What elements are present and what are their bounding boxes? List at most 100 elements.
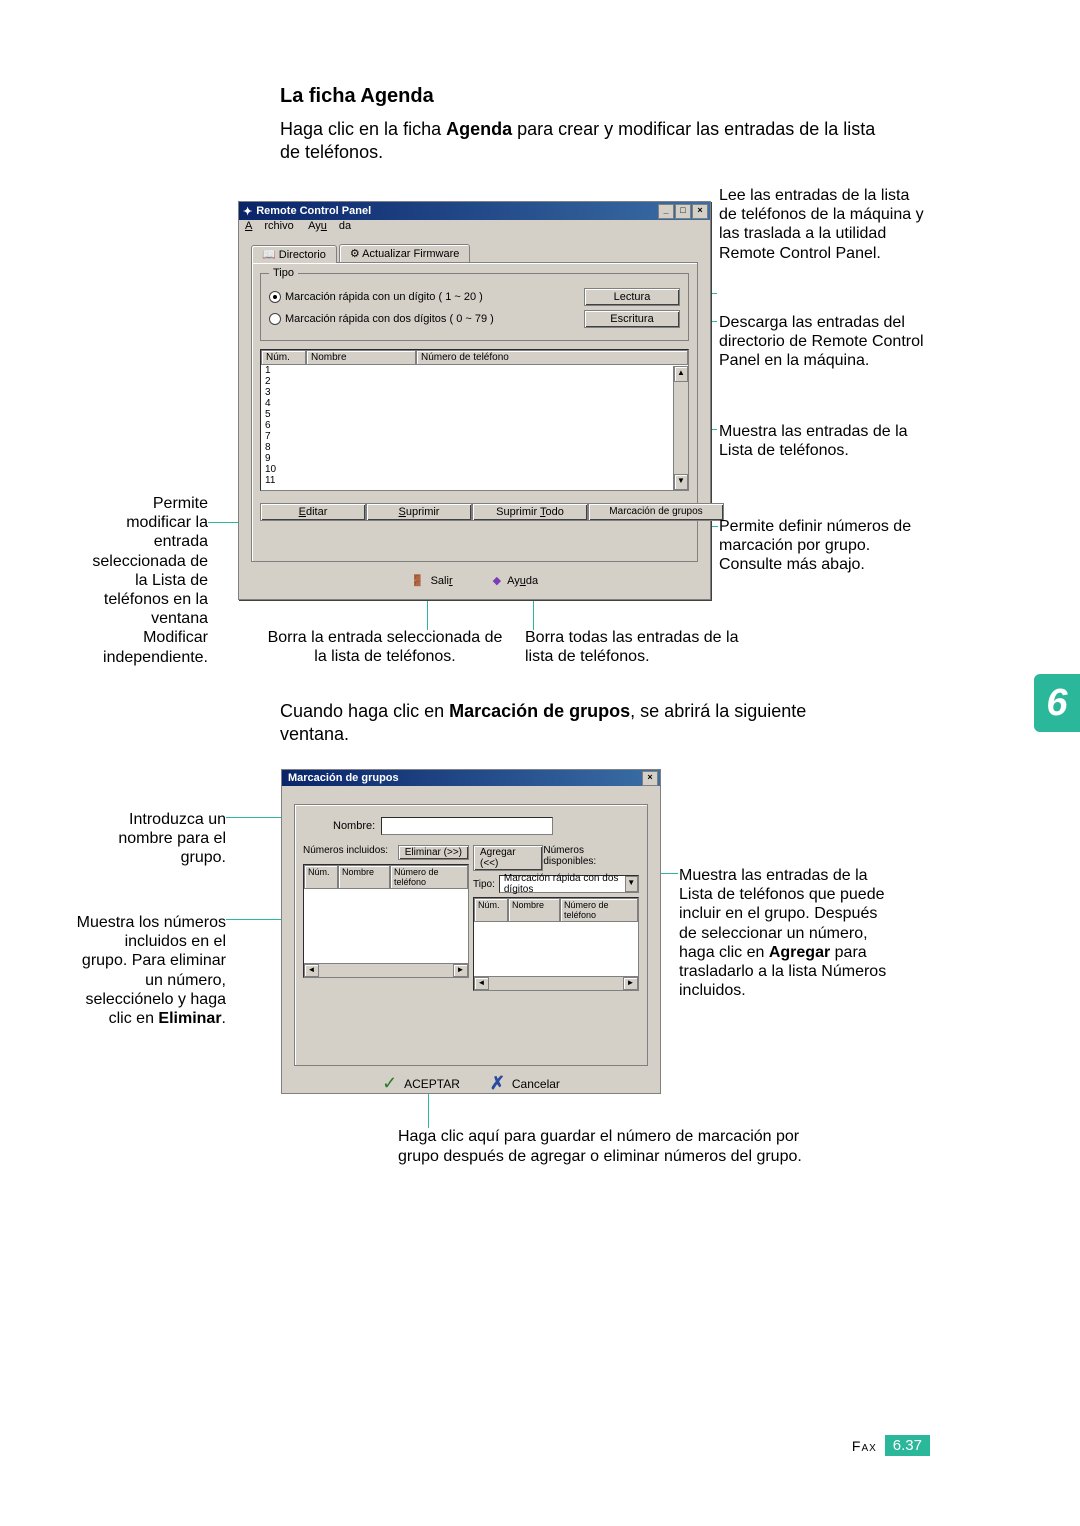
agregar-button[interactable]: Agregar (<<) [473, 845, 543, 871]
page-footer: Fax 6.37 [852, 1435, 930, 1456]
incluidos-column: Números incluidos: Eliminar (>>) Núm. No… [303, 845, 469, 991]
tab-directorio-label: Directorio [279, 249, 326, 261]
callout-incluidos: Muestra los números incluidos en el grup… [76, 913, 226, 1028]
section-heading: La ficha Agenda [280, 85, 434, 108]
lh-num[interactable]: Núm. [304, 865, 338, 889]
radio-two-digit[interactable]: Marcación rápida con dos dígitos ( 0 ~ 7… [269, 313, 494, 325]
radio-two-digit-label: Marcación rápida con dos dígitos ( 0 ~ 7… [285, 313, 494, 325]
scrollbar[interactable]: ▲ ▼ [673, 366, 688, 490]
table-row[interactable]: 6 [265, 420, 688, 431]
scroll-right-icon[interactable]: ► [453, 964, 468, 977]
lh-tel[interactable]: Número de teléfono [390, 865, 468, 889]
tipo-value: Marcación rápida con dos dígitos [504, 873, 625, 895]
remote-control-panel-window: ✦ Remote Control Panel _ □ × AArchivorch… [238, 201, 711, 600]
tabs: 📖 Directorio ⚙ Actualizar Firmware [251, 244, 698, 262]
cancelar-button[interactable]: ✗ Cancelar [490, 1076, 560, 1092]
th-telefono[interactable]: Número de teléfono [416, 350, 688, 365]
dialog-content: Nombre: Números incluidos: Eliminar (>>)… [294, 804, 648, 1066]
tipo-group: Tipo Marcación rápida con un dígito ( 1 … [260, 273, 689, 341]
text: . [222, 1010, 226, 1027]
nombre-label: Nombre: [333, 820, 375, 832]
scroll-up-icon[interactable]: ▲ [674, 366, 688, 382]
table-row[interactable]: 10 [265, 464, 688, 475]
hscrollbar[interactable]: ◄ ► [474, 976, 638, 990]
window-title: Remote Control Panel [256, 205, 371, 217]
table-row[interactable]: 1 [265, 365, 688, 376]
table-row[interactable]: 3 [265, 387, 688, 398]
radio-one-digit[interactable]: Marcación rápida con un dígito ( 1 ~ 20 … [269, 291, 483, 303]
callout-disponibles: Muestra las entradas de la Lista de telé… [679, 866, 889, 1000]
scroll-right-icon[interactable]: ► [623, 977, 638, 990]
tipo-label: Tipo: [473, 879, 495, 890]
disponibles-list[interactable]: Núm. Nombre Número de teléfono ◄ ► [473, 897, 639, 991]
titlebar: ✦ Remote Control Panel _ □ × [239, 202, 710, 220]
table-row[interactable]: 9 [265, 453, 688, 464]
editar-button[interactable]: Editar [260, 503, 366, 521]
menu-archivo[interactable]: AArchivorchivo [245, 220, 294, 232]
exit-icon: 🚪 [411, 574, 425, 587]
tab-directorio[interactable]: 📖 Directorio [251, 245, 337, 263]
lectura-button[interactable]: Lectura [584, 288, 680, 306]
suprimir-todo-button[interactable]: Suprimir Todo [472, 503, 588, 521]
callout-grupo: Permite definir números de marcación por… [719, 517, 924, 575]
ayuda-button[interactable]: Ayuda [507, 575, 538, 587]
incluidos-list[interactable]: Núm. Nombre Número de teléfono ◄ ► [303, 864, 469, 978]
th-num[interactable]: Núm. [261, 350, 306, 365]
lh-num[interactable]: Núm. [474, 898, 508, 922]
scroll-left-icon[interactable]: ◄ [304, 964, 319, 977]
book-icon: 📖 [262, 249, 276, 261]
hscrollbar[interactable]: ◄ ► [304, 963, 468, 977]
scroll-left-icon[interactable]: ◄ [474, 977, 489, 990]
dialog-buttons: ✓ ACEPTAR ✗ Cancelar [282, 1076, 660, 1092]
menu-ayuda[interactable]: Ayuda [308, 220, 351, 232]
aceptar-label: ACEPTAR [404, 1077, 460, 1091]
tab-firmware-label: Actualizar Firmware [362, 248, 459, 260]
intro-pre: Haga clic en la ficha [280, 119, 446, 139]
table-row[interactable]: 11 [265, 475, 688, 486]
intro-bold: Agenda [446, 119, 512, 139]
table-row[interactable]: 4 [265, 398, 688, 409]
callout-nombre: Introduzca un nombre para el grupo. [98, 810, 226, 868]
app-icon: ✦ [243, 205, 252, 218]
suprimir-button[interactable]: Suprimir [366, 503, 472, 521]
salir-button[interactable]: Salir [431, 575, 453, 587]
minimize-button[interactable]: _ [658, 204, 674, 219]
dialog-titlebar: Marcación de grupos × [282, 770, 660, 786]
scroll-down-icon[interactable]: ▼ [674, 474, 688, 490]
table-header: Núm. Nombre Número de teléfono [261, 350, 688, 365]
th-nombre[interactable]: Nombre [306, 350, 416, 365]
marcacion-grupos-dialog: Marcación de grupos × Nombre: Números in… [281, 769, 661, 1094]
close-button[interactable]: × [642, 771, 658, 786]
mid-pre: Cuando haga clic en [280, 701, 449, 721]
mid-bold: Marcación de grupos [449, 701, 630, 721]
table-row[interactable]: 7 [265, 431, 688, 442]
nombre-input[interactable] [381, 817, 553, 835]
callout-suprimir: Borra la entrada seleccionada de la list… [265, 628, 505, 666]
lh-tel[interactable]: Número de teléfono [560, 898, 638, 922]
aceptar-button[interactable]: ✓ ACEPTAR [382, 1076, 460, 1092]
help-icon: ◆ [493, 574, 501, 587]
close-button[interactable]: × [692, 204, 708, 219]
marcacion-grupos-button[interactable]: Marcación de grupos [588, 503, 724, 521]
cancelar-label: Cancelar [512, 1077, 560, 1091]
chevron-down-icon: ▼ [625, 876, 639, 892]
callout-editar: Permite modificar la entrada seleccionad… [88, 494, 208, 667]
disponibles-column: Agregar (<<) Números disponibles: Tipo: … [473, 845, 639, 991]
escritura-button[interactable]: Escritura [584, 310, 680, 328]
table-row[interactable]: 2 [265, 376, 688, 387]
maximize-button[interactable]: □ [675, 204, 691, 219]
phone-list-table[interactable]: Núm. Nombre Número de teléfono 1 2 3 4 5… [260, 349, 689, 491]
lh-nombre[interactable]: Nombre [508, 898, 560, 922]
x-icon: ✗ [490, 1076, 506, 1092]
table-row[interactable]: 5 [265, 409, 688, 420]
eliminar-button[interactable]: Eliminar (>>) [398, 845, 469, 860]
callout-lectura: Lee las entradas de la lista de teléfono… [719, 186, 924, 263]
footer-section-label: Fax [852, 1438, 877, 1454]
bottom-buttons: 🚪 Salir ◆ Ayuda [239, 570, 710, 591]
text-bold: Agregar [769, 944, 830, 961]
tipo-label: Tipo [269, 267, 298, 279]
lh-nombre[interactable]: Nombre [338, 865, 390, 889]
table-row[interactable]: 8 [265, 442, 688, 453]
tab-firmware[interactable]: ⚙ Actualizar Firmware [339, 244, 471, 262]
tipo-dropdown[interactable]: Marcación rápida con dos dígitos ▼ [499, 875, 639, 893]
